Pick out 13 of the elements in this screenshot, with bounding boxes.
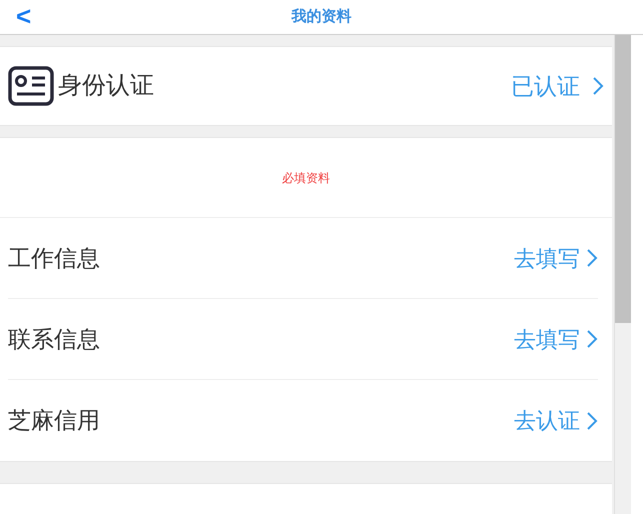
chevron-right-icon (586, 410, 598, 430)
chevron-right-icon (592, 76, 604, 96)
chevron-right-icon (586, 248, 598, 268)
page-title: 我的资料 (292, 6, 352, 27)
id-card-icon (8, 66, 54, 106)
identity-row[interactable]: 身份认证 已认证 (0, 46, 612, 126)
info-row[interactable]: 工作信息 去填写 (8, 218, 598, 299)
section-title: 必填资料 (282, 170, 330, 186)
back-button[interactable]: < (12, 2, 36, 30)
scrollbar-thumb[interactable] (615, 35, 631, 323)
chevron-right-icon (586, 329, 598, 349)
info-row[interactable]: 芝麻信用 去认证 (8, 380, 598, 461)
info-row[interactable]: 联系信息 去填写 (8, 299, 598, 380)
